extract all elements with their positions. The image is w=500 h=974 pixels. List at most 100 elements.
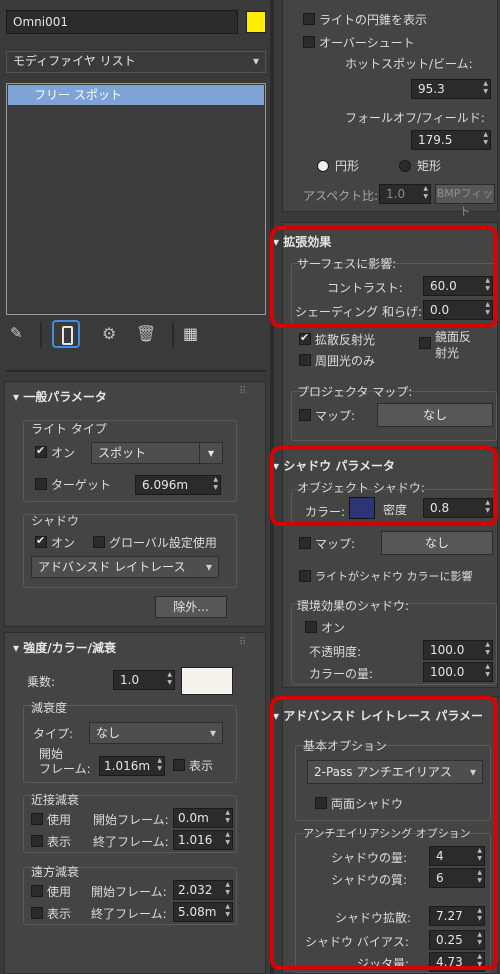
use-global-settings-label: グローバル設定使用	[109, 536, 217, 550]
shadow-map-button[interactable]: なし	[381, 531, 493, 555]
far-start-spinner[interactable]: 2.032	[173, 880, 233, 900]
highlight-shadow-parameters	[270, 446, 498, 526]
hotspot-label: ホットスポット/ビーム:	[345, 57, 473, 71]
atmosphere-shadow-group-label: 環境効果のシャドウ:	[297, 599, 410, 613]
specular-label: 鏡面反 射光	[435, 330, 472, 360]
far-use-checkbox[interactable]	[31, 885, 43, 897]
near-show-checkbox[interactable]	[31, 835, 43, 847]
multiplier-spinner[interactable]: 1.0	[113, 670, 175, 690]
far-use-label: 使用	[47, 885, 72, 899]
collapse-arrow-icon: ▾	[13, 390, 20, 404]
projector-map-checkbox[interactable]	[299, 409, 311, 421]
light-affects-shadow-color-checkbox[interactable]	[299, 570, 311, 582]
far-attenuation-group-label: 遠方減衰	[31, 865, 80, 879]
light-type-group-label: ライト タイプ	[31, 422, 107, 436]
target-label: ターゲット	[51, 478, 112, 492]
target-checkbox[interactable]	[35, 478, 47, 490]
spotlight-parameters-rollout: ライトの円錐を表示 オーバーシュート ホットスポット/ビーム: 95.3 フォー…	[282, 0, 498, 218]
aspect-spinner[interactable]: 1.0	[379, 184, 431, 204]
falloff-spinner[interactable]: 179.5	[411, 130, 491, 150]
use-global-settings-checkbox[interactable]	[93, 536, 105, 548]
atmosphere-shadow-on-label: オン	[321, 621, 346, 635]
pin-stack-icon[interactable]: ✎	[10, 324, 30, 346]
highlight-advanced-raytrace	[270, 696, 498, 970]
rollout-title-intensity[interactable]: ▾ 強度/カラー/減衰	[13, 639, 116, 656]
show-cone-label: ライトの円錐を表示	[319, 13, 428, 27]
toolbar-divider	[40, 322, 42, 348]
diffuse-label: 拡散反射光	[315, 333, 376, 347]
bitmap-fit-button[interactable]: BMPフィット	[435, 184, 495, 218]
decay-start-spinner[interactable]: 1.016m	[99, 756, 165, 776]
decay-show-label: 表示	[189, 759, 214, 773]
rectangle-label: 矩形	[417, 159, 442, 173]
shadow-on-checkbox[interactable]	[35, 534, 47, 548]
target-distance-spinner[interactable]: 6.096m	[135, 475, 221, 495]
multiplier-label: 乗数:	[27, 675, 56, 689]
diffuse-checkbox[interactable]	[299, 331, 311, 345]
opacity-spinner[interactable]: 100.0	[423, 640, 493, 660]
shadow-type-dropdown[interactable]: アドバンスド レイトレース	[31, 556, 219, 578]
color-amount-spinner[interactable]: 100.0	[423, 662, 493, 682]
configure-modifier-sets-icon[interactable]: ▦	[183, 324, 198, 343]
show-end-result-icon[interactable]	[52, 320, 80, 348]
highlight-advanced-effects	[270, 226, 498, 328]
rectangle-radio[interactable]	[399, 160, 411, 172]
specular-checkbox[interactable]	[419, 337, 431, 349]
circle-label: 円形	[335, 159, 360, 173]
color-amount-label: カラーの量:	[309, 667, 374, 681]
drag-handle-icon[interactable]: ⠿	[239, 637, 246, 648]
light-type-dropdown[interactable]: スポット ▾	[91, 442, 223, 464]
circle-radio[interactable]	[317, 160, 329, 172]
light-on-label: オン	[51, 446, 76, 460]
projector-map-group-label: プロジェクタ マップ:	[297, 385, 413, 399]
decay-type-label: タイプ:	[33, 727, 74, 741]
modifier-list-dropdown[interactable]: モディファイヤ リスト	[6, 51, 266, 73]
near-start-label: 開始フレーム:	[93, 813, 169, 827]
decay-type-dropdown[interactable]: なし	[89, 722, 223, 744]
exclude-button[interactable]: 除外...	[155, 596, 227, 618]
atmosphere-shadow-on-checkbox[interactable]	[305, 621, 317, 633]
decay-group-label: 減衰度	[31, 701, 68, 715]
far-show-checkbox[interactable]	[31, 907, 43, 919]
decay-show-checkbox[interactable]	[173, 759, 185, 771]
rollout-title-general[interactable]: ▾ 一般パラメータ	[13, 388, 107, 405]
near-end-spinner[interactable]: 1.016	[173, 830, 233, 850]
shadow-map-label: マップ:	[315, 537, 356, 551]
ambient-only-label: 周囲光のみ	[315, 354, 376, 368]
projector-map-button[interactable]: なし	[377, 403, 493, 427]
general-parameters-rollout: ▾ 一般パラメータ ⠿ ライト タイプ オン スポット▾ ターゲット 6.096…	[4, 381, 266, 627]
collapse-arrow-icon: ▾	[13, 641, 20, 655]
show-cone-checkbox[interactable]	[303, 13, 315, 25]
opacity-label: 不透明度:	[309, 645, 362, 659]
near-end-label: 終了フレーム:	[93, 835, 169, 849]
stack-item-free-spot[interactable]: フリー スポット	[8, 85, 264, 105]
modifier-stack-list[interactable]: フリー スポット	[6, 83, 266, 315]
far-end-label: 終了フレーム:	[91, 907, 167, 921]
overshoot-checkbox[interactable]	[303, 36, 315, 48]
falloff-label: フォールオフ/フィールド:	[345, 111, 485, 125]
near-attenuation-group-label: 近接減衰	[31, 793, 80, 807]
far-end-spinner[interactable]: 5.08m	[173, 902, 233, 922]
hotspot-spinner[interactable]: 95.3	[411, 79, 491, 99]
overshoot-label: オーバーシュート	[319, 36, 415, 50]
object-color-swatch[interactable]	[246, 11, 266, 33]
near-show-label: 表示	[47, 835, 72, 849]
toolbar-divider	[172, 322, 174, 348]
light-affects-shadow-color-label: ライトがシャドウ カラーに影響	[315, 570, 473, 583]
shadow-group-label: シャドウ	[31, 514, 80, 528]
near-use-label: 使用	[47, 813, 72, 827]
ambient-only-checkbox[interactable]	[299, 354, 311, 366]
drag-handle-icon[interactable]: ⠿	[239, 386, 246, 397]
object-name-field[interactable]: Omni001	[6, 10, 238, 34]
projector-map-label: マップ:	[315, 409, 356, 423]
light-color-swatch[interactable]	[181, 667, 233, 695]
shadow-map-checkbox[interactable]	[299, 537, 311, 549]
remove-modifier-icon[interactable]: 🗑	[136, 324, 156, 343]
decay-start-label: 開始 フレーム:	[39, 747, 91, 776]
near-start-spinner[interactable]: 0.0m	[173, 808, 233, 828]
far-start-label: 開始フレーム:	[91, 885, 167, 899]
light-on-checkbox[interactable]	[35, 444, 47, 458]
near-use-checkbox[interactable]	[31, 813, 43, 825]
make-unique-icon[interactable]: ⚙	[102, 324, 116, 343]
dropdown-arrow-icon: ▾	[199, 443, 222, 463]
